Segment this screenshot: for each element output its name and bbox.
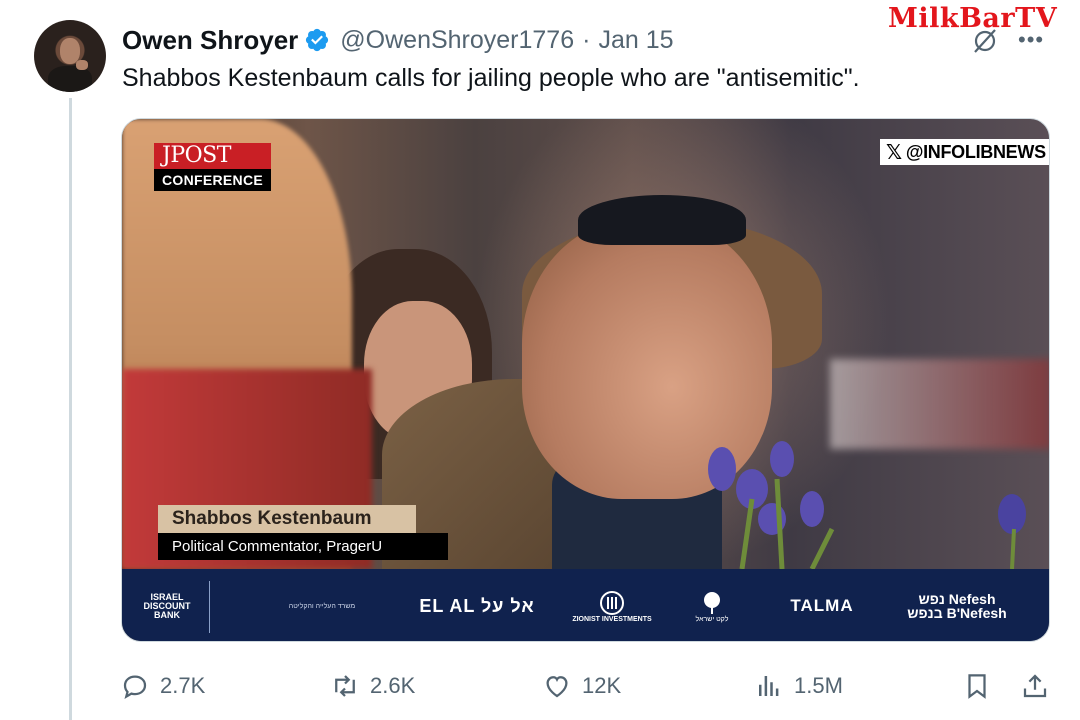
- thread-line: [69, 98, 72, 720]
- sponsor-divider: [209, 581, 210, 633]
- sponsor-leket: לקט ישראל: [682, 569, 742, 641]
- avatar[interactable]: [34, 20, 106, 92]
- bookmark-icon: [968, 674, 986, 699]
- sponsor-elal: EL AL אל על: [419, 595, 535, 616]
- verified-badge-icon[interactable]: [304, 27, 330, 53]
- jpost-logo-top: JPOST: [154, 143, 272, 169]
- like-icon: [546, 676, 568, 698]
- separator-dot: ·: [582, 25, 591, 54]
- sponsor-nefesh: נפש Nefesh בנפש B'Nefesh: [902, 569, 1012, 641]
- sponsor-israel-discount-bank: ISRAEL DISCOUNT BANK: [143, 591, 191, 620]
- like-button[interactable]: 12K: [542, 668, 621, 704]
- reply-count: 2.7K: [160, 673, 206, 698]
- views-icon: [759, 676, 779, 696]
- jpost-conference-logo: JPOST CONFERENCE: [154, 143, 272, 191]
- x-logo-icon: 𝕏: [886, 140, 902, 164]
- author-handle[interactable]: @OwenShroyer1776: [340, 26, 574, 55]
- sponsor-ministry: משרד העלייה והקליטה: [288, 602, 356, 610]
- share-icon: [1023, 674, 1047, 698]
- lower-third-title: Political Commentator, PragerU: [158, 533, 448, 560]
- video-credit: 𝕏 @INFOLIBNEWS: [880, 139, 1049, 165]
- video-credit-handle: @INFOLIBNEWS: [905, 141, 1046, 162]
- tweet-date[interactable]: Jan 15: [598, 26, 673, 55]
- like-count: 12K: [582, 673, 622, 698]
- repost-count: 2.6K: [370, 673, 416, 698]
- sponsor-nefesh-top: נפש Nefesh: [918, 591, 996, 607]
- views-button[interactable]: 1.5M: [754, 668, 843, 704]
- watermark-logo: MilkBarTV: [888, 3, 1058, 34]
- repost-button[interactable]: 2.6K: [330, 668, 415, 704]
- views-count: 1.5M: [794, 673, 843, 698]
- sponsor-nefesh-bottom: בנפש B'Nefesh: [907, 605, 1007, 621]
- bookmark-button[interactable]: [962, 668, 1002, 704]
- leket-tree-icon: [704, 591, 720, 614]
- sponsor-zionist-investments: ZIONIST INVESTMENTS: [562, 569, 662, 641]
- author-name[interactable]: Owen Shroyer: [122, 25, 298, 56]
- repost-icon: [335, 675, 355, 697]
- reply-icon: [123, 675, 147, 699]
- sponsor-talma: TALMA: [790, 596, 854, 615]
- jpost-logo-bottom: CONFERENCE: [154, 169, 272, 191]
- sponsor-bar: ISRAEL DISCOUNT BANK משרד העלייה והקליטה…: [122, 569, 1049, 641]
- lower-third-name: Shabbos Kestenbaum: [158, 505, 416, 533]
- reply-button[interactable]: 2.7K: [120, 668, 205, 704]
- share-button[interactable]: [1020, 668, 1060, 704]
- video-player[interactable]: JPOST CONFERENCE 𝕏 @INFOLIBNEWS Shabbos …: [121, 118, 1050, 642]
- zionist-logo-icon: [600, 590, 624, 615]
- tweet-actions: 2.7K 2.6K 12K 1.5M: [0, 668, 1080, 704]
- tweet-header: Owen Shroyer @OwenShroyer1776 · Jan 15: [122, 24, 674, 56]
- tweet-text: Shabbos Kestenbaum calls for jailing peo…: [122, 64, 860, 92]
- sponsor-leket-label: לקט ישראל: [695, 615, 729, 623]
- sponsor-zionist-label: ZIONIST INVESTMENTS: [572, 615, 652, 623]
